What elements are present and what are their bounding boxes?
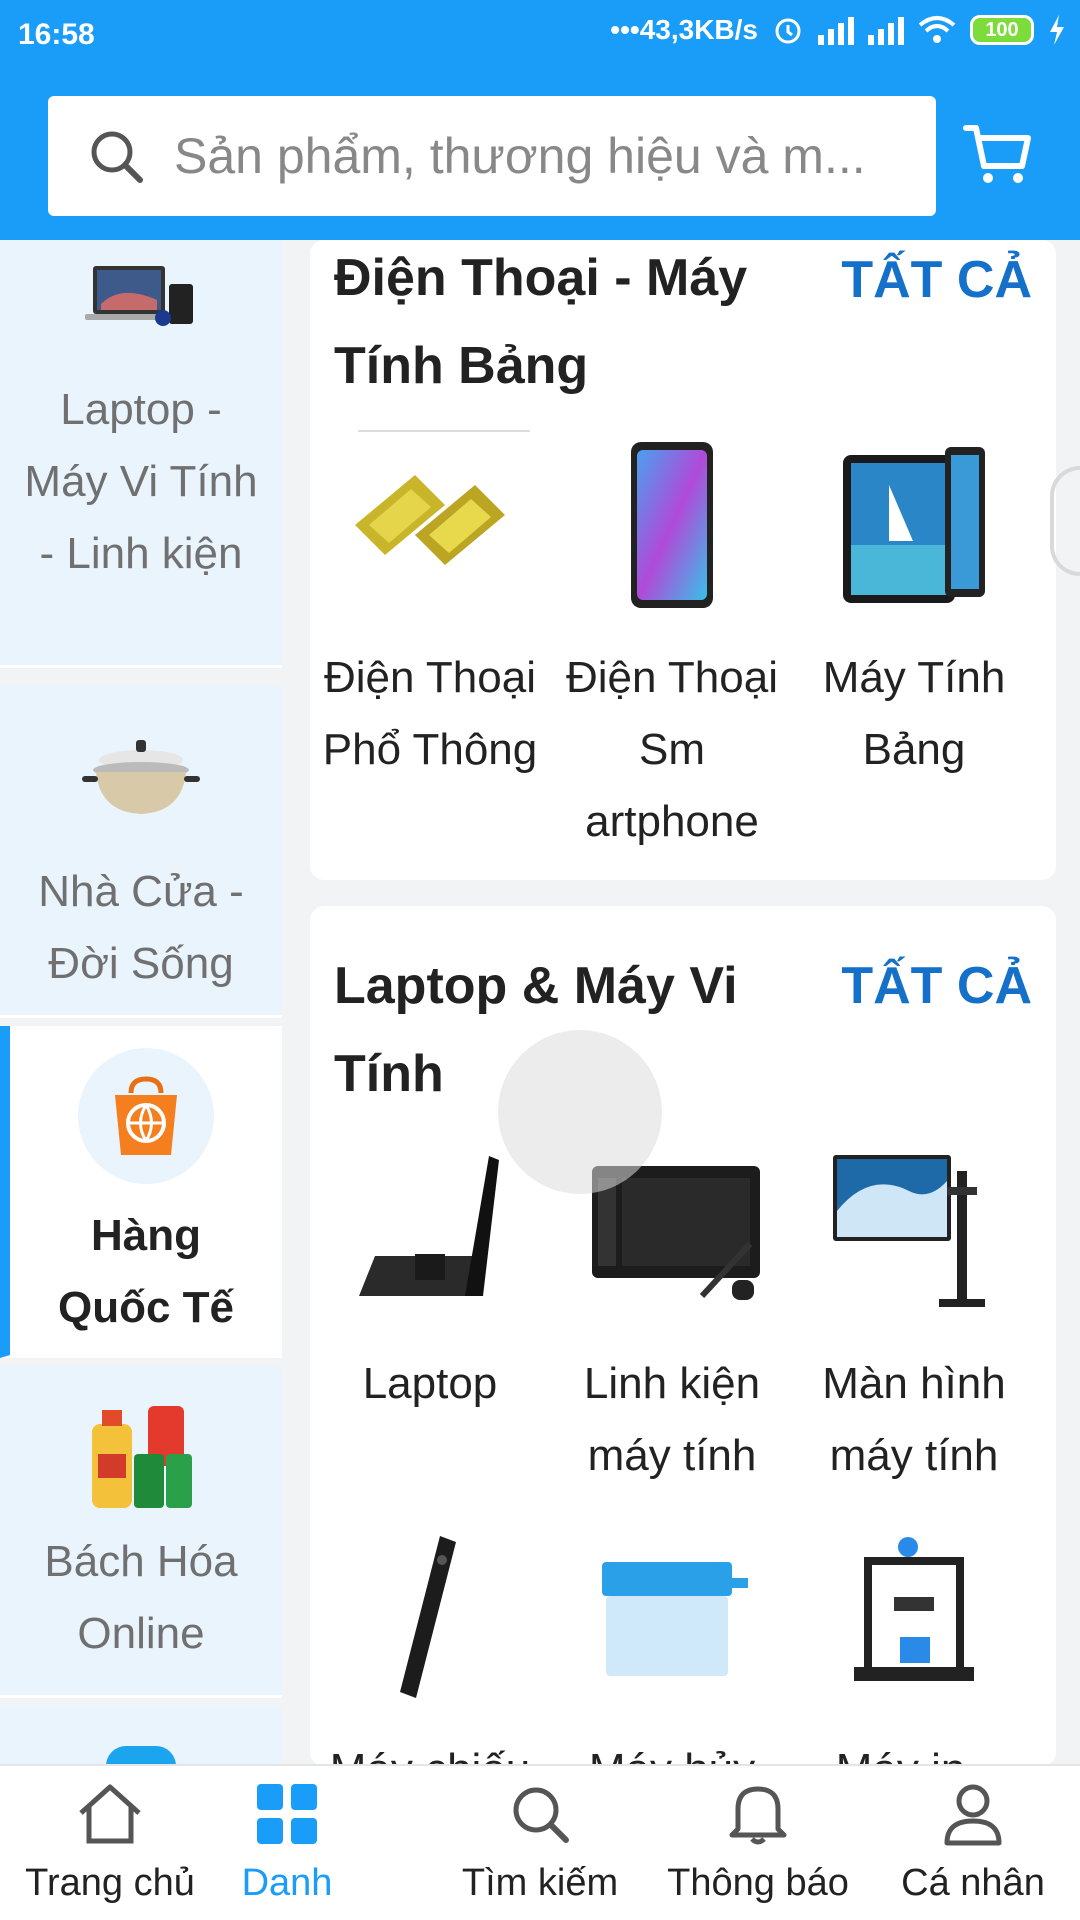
nav-label: Trang chủ <box>25 1862 195 1904</box>
item-label: Laptop <box>362 1359 498 1408</box>
monitor-image <box>819 1136 1009 1326</box>
nav-profile[interactable]: Cá nhân <box>888 1766 1058 1905</box>
item-label: Màn hình máy tính <box>822 1359 1006 1480</box>
scroll-handle[interactable] <box>1050 466 1080 576</box>
bottom-navigation: Trang chủ Danh Tìm kiếm Thông báo Cá nhâ… <box>0 1764 1080 1920</box>
bell-icon <box>729 1786 787 1845</box>
search-icon <box>513 1787 569 1843</box>
wifi-icon <box>918 16 956 43</box>
global-shopping-bag-icon <box>78 1048 214 1184</box>
see-all-link[interactable]: TẤT CẢ <box>841 942 1032 1030</box>
item-label: Điện Thoại Sm artphone <box>566 653 778 846</box>
app-header: 16:58 •••43,3KB/s 100 Sản phẩm, thương h… <box>0 0 1080 240</box>
nav-label: Danh <box>241 1862 333 1904</box>
search-placeholder: Sản phẩm, thương hiệu và m... <box>174 128 866 184</box>
charging-icon <box>1050 15 1064 45</box>
cooking-pot-icon <box>82 740 200 814</box>
category-item-smartphone[interactable]: Điện Thoại Sm artphone <box>552 430 792 858</box>
tablet-image <box>819 430 1009 620</box>
item-label: Điện Thoại Phổ Thông <box>322 653 538 774</box>
network-speed: •••43,3KB/s <box>610 14 758 45</box>
category-item-projector[interactable]: Máy chiếu <box>310 1522 550 1766</box>
item-label: Máy hủy <box>552 1734 792 1766</box>
category-item-laptop[interactable]: Laptop <box>310 1136 550 1420</box>
category-item-printer[interactable]: Máy in - <box>794 1522 1034 1766</box>
sidebar-item-label: Laptop - Máy Vi Tính - Linh kiện <box>24 385 258 578</box>
shredder-image <box>577 1522 767 1712</box>
item-label: Máy chiếu <box>310 1734 550 1766</box>
search-icon <box>91 131 143 183</box>
nav-search[interactable]: Tìm kiếm <box>450 1766 630 1905</box>
nav-categories[interactable]: Danh <box>222 1766 352 1905</box>
category-item-shredder[interactable]: Máy hủy <box>552 1522 792 1766</box>
status-bar: 16:58 •••43,3KB/s 100 <box>0 0 1080 72</box>
status-time: 16:58 <box>18 18 95 51</box>
nav-label: Tìm kiếm <box>461 1862 619 1904</box>
item-label: Máy Tính Bảng <box>822 653 1006 774</box>
cart-icon[interactable] <box>962 118 1034 190</box>
category-item-feature-phone[interactable]: Điện Thoại Phổ Thông <box>310 430 550 786</box>
presenter-remote-image <box>335 1522 525 1712</box>
grocery-icon <box>92 1406 192 1508</box>
section-laptop-pc: Laptop & Máy Vi Tính TẤT CẢ Laptop Linh … <box>310 906 1056 1766</box>
battery-icon: 100 <box>970 15 1034 45</box>
laptop-image <box>335 1136 525 1326</box>
laptop-icon <box>85 266 193 326</box>
smartphone-image <box>577 430 767 620</box>
see-all-link[interactable]: TẤT CẢ <box>841 240 1032 324</box>
category-icon-partial <box>106 1746 176 1764</box>
nav-label: Thông báo <box>667 1862 849 1904</box>
status-icons: •••43,3KB/s 100 <box>610 14 1066 46</box>
sidebar-item-laptop[interactable]: Laptop - Máy Vi Tính - Linh kiện <box>0 240 282 668</box>
signal-icon-2 <box>868 15 904 45</box>
sidebar-item-home-living[interactable]: Nhà Cửa - Đời Sống <box>0 686 282 1018</box>
home-icon <box>79 1784 141 1844</box>
search-input[interactable]: Sản phẩm, thương hiệu và m... <box>48 96 936 216</box>
sidebar-item-international[interactable]: Hàng Quốc Tế <box>0 1026 282 1358</box>
category-item-monitor[interactable]: Màn hình máy tính <box>794 1136 1034 1492</box>
section-phones-tablets: Điện Thoại - Máy Tính Bảng TẤT CẢ Điện T… <box>310 240 1056 880</box>
sidebar-item-label: Hàng Quốc Tế <box>57 1211 235 1332</box>
sidebar-item-label: Nhà Cửa - Đời Sống <box>38 867 244 988</box>
alarm-icon <box>775 18 801 44</box>
nav-home[interactable]: Trang chủ <box>10 1766 210 1905</box>
signal-icon <box>818 15 854 45</box>
3d-printer-image <box>819 1522 1009 1712</box>
item-label: Máy in - <box>794 1734 1034 1766</box>
touch-ripple <box>498 1030 662 1194</box>
nav-notifications[interactable]: Thông báo <box>660 1766 856 1905</box>
nav-label: Cá nhân <box>901 1862 1045 1904</box>
sidebar-item-grocery[interactable]: Bách Hóa Online <box>0 1366 282 1698</box>
sidebar-item-next[interactable] <box>0 1706 282 1764</box>
category-item-tablet[interactable]: Máy Tính Bảng <box>794 430 1034 786</box>
feature-phone-image <box>335 430 525 620</box>
section-title: Điện Thoại - Máy Tính Bảng <box>334 249 748 395</box>
item-label: Linh kiện máy tính <box>583 1359 761 1480</box>
grid-icon <box>257 1784 317 1844</box>
sidebar-item-label: Bách Hóa Online <box>44 1537 238 1658</box>
category-sidebar: Laptop - Máy Vi Tính - Linh kiện Nhà Cửa… <box>0 240 282 1764</box>
user-icon <box>944 1784 1002 1846</box>
